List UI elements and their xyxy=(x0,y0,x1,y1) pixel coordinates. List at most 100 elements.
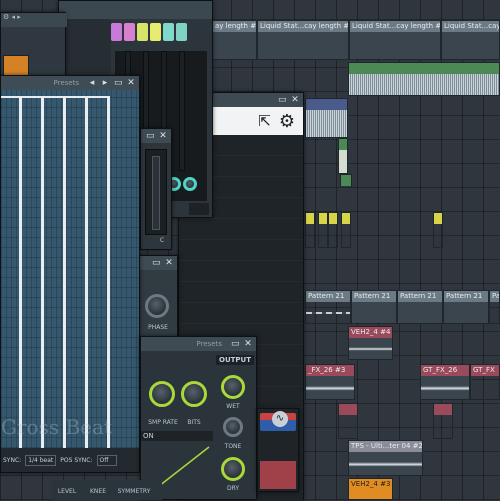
automation-clip[interactable]: Liquid Stat...cay length #14 xyxy=(441,20,500,60)
minimize-icon[interactable]: ▭ xyxy=(114,79,123,88)
symmetry-label: SYMMETRY xyxy=(117,488,151,495)
clip-label: VEH2_4 #4 xyxy=(349,327,392,338)
audio-clip[interactable] xyxy=(338,403,358,439)
window-titlebar: ▭ ✕ xyxy=(141,129,171,143)
drum-pad[interactable] xyxy=(163,23,174,41)
bits-knob[interactable] xyxy=(181,381,207,407)
clip-label: Pattern 21 xyxy=(490,291,499,302)
mode-field[interactable]: ON xyxy=(141,431,213,441)
output-label: OUTPUT xyxy=(216,355,254,365)
presets-label[interactable]: Presets xyxy=(197,340,222,348)
close-icon[interactable]: ✕ xyxy=(244,340,252,349)
clip-label: GT_FX_26 xyxy=(421,365,469,376)
gear-icon[interactable]: ⚙ xyxy=(279,111,295,132)
clip-label: Pattern 21 xyxy=(444,291,488,302)
window-titlebar xyxy=(59,1,212,19)
note-clip[interactable] xyxy=(338,138,348,174)
time-sync-label: SYNC: xyxy=(3,456,22,464)
dry-label: DRY xyxy=(226,485,240,492)
drum-pad[interactable] xyxy=(137,23,148,41)
smp-rate-knob[interactable] xyxy=(149,381,175,407)
minimize-icon[interactable]: ▭ xyxy=(231,340,240,349)
clip-label: TPS - Ulti...ter 04 #2 xyxy=(349,441,422,452)
note-clip[interactable] xyxy=(328,212,338,248)
note-clip[interactable] xyxy=(340,174,352,188)
level-label: LEVEL xyxy=(57,488,77,495)
phase-knob[interactable] xyxy=(145,294,169,318)
clip-label: Liquid Stat...cay length #14 xyxy=(258,21,348,32)
channel-rack-strip: ⚙ ◂ ▸ xyxy=(0,12,67,82)
sync-bar: SYNC: 1/4 beat POS SYNC: Off xyxy=(1,448,139,472)
tone-knob[interactable] xyxy=(223,417,243,437)
pattern-clip[interactable]: Pattern 21 xyxy=(397,290,443,324)
phase-panel: ▭ ✕ PHASE xyxy=(138,255,178,337)
fx-label: C xyxy=(159,237,165,244)
pos-sync-label: POS SYNC: xyxy=(60,456,93,464)
automation-clip[interactable]: Liquid Stat...cay length #14 xyxy=(257,20,349,60)
audio-clip[interactable]: GT_FX_26 xyxy=(420,364,470,400)
clip-label: _FX_26 #3 xyxy=(306,365,354,376)
drum-pad[interactable] xyxy=(176,23,187,41)
window-titlebar: Presets ◂ ▸ ▭ ✕ xyxy=(1,76,139,90)
gross-beat-window: Presets ◂ ▸ ▭ ✕ Gross Beat SYNC: 1/4 bea… xyxy=(0,75,140,473)
watermark: Gross Beat xyxy=(1,415,112,439)
automation-clip[interactable]: ay length #13 xyxy=(212,20,257,60)
pattern-clip[interactable]: Pattern 21 xyxy=(443,290,489,324)
clip-label: Pattern 21 xyxy=(352,291,396,302)
close-icon[interactable]: ✕ xyxy=(165,259,173,268)
bits-label: BITS xyxy=(187,419,201,426)
window-titlebar: ▭ ✕ xyxy=(139,256,177,270)
wet-label: WET xyxy=(226,403,240,410)
close-icon[interactable]: ✕ xyxy=(159,132,167,141)
minimize-icon[interactable]: ▭ xyxy=(278,96,287,105)
presets-label[interactable]: Presets xyxy=(54,79,79,87)
clip-label: Pattern 21 xyxy=(398,291,442,302)
arrow-left-icon[interactable]: ◂ xyxy=(88,79,96,88)
pattern-clip[interactable]: Pattern 21 xyxy=(489,290,500,324)
channel-button[interactable] xyxy=(3,55,29,77)
drum-pad[interactable] xyxy=(124,23,135,41)
external-link-icon[interactable]: ⇱ xyxy=(258,112,271,130)
clip-label: VEH2_4 #3 xyxy=(349,479,392,490)
clip-label: Liquid Stat...cay length #14 xyxy=(350,21,440,32)
audio-clip[interactable] xyxy=(305,98,348,138)
clip-label: Pattern 21 xyxy=(306,291,350,302)
automation-clip[interactable]: Liquid Stat...cay length #14 xyxy=(349,20,441,60)
effect-plugin-window: Presets ▭ ✕ OUTPUT SMP RATE BITS WET TON… xyxy=(140,336,257,500)
time-sync-select[interactable]: 1/4 beat xyxy=(25,454,57,466)
pos-sync-select[interactable]: Off xyxy=(96,454,118,466)
minimize-icon[interactable]: ▭ xyxy=(152,259,161,268)
note-clip[interactable] xyxy=(318,212,328,248)
note-clip[interactable] xyxy=(305,212,315,248)
arrow-right-icon[interactable]: ▸ xyxy=(101,79,109,88)
audio-clip[interactable]: _FX_26 #3 xyxy=(305,364,355,400)
bottom-knob-labels: LEVEL KNEE SYMMETRY xyxy=(52,480,162,500)
envelope-grid[interactable]: Gross Beat xyxy=(1,90,139,448)
note-clip[interactable] xyxy=(341,212,351,248)
tone-label: TONE xyxy=(224,443,242,450)
wet-knob[interactable] xyxy=(221,375,245,399)
audio-clip[interactable] xyxy=(348,62,500,96)
clip-label: Liquid Stat...cay length #14 xyxy=(442,21,499,32)
note-clip[interactable] xyxy=(433,212,443,248)
close-icon[interactable]: ✕ xyxy=(127,79,135,88)
phase-label: PHASE xyxy=(148,324,168,331)
dry-knob[interactable] xyxy=(221,457,245,481)
smp-rate-label: SMP RATE xyxy=(148,419,178,426)
close-icon[interactable]: ✕ xyxy=(291,96,299,105)
audio-clip[interactable]: VEH2_4 #4 xyxy=(348,326,393,360)
pattern-clip[interactable]: Pattern 21 xyxy=(305,290,351,324)
drum-pad[interactable] xyxy=(111,23,122,41)
audio-clip[interactable]: GT_FX xyxy=(470,364,500,400)
pattern-clip[interactable]: Pattern 21 xyxy=(351,290,397,324)
audio-clip[interactable] xyxy=(433,403,453,439)
audio-clip[interactable]: TPS - Ulti...ter 04 #2 xyxy=(348,440,423,476)
pad-row xyxy=(111,23,207,41)
audio-clip[interactable]: VEH2_4 #3 xyxy=(348,478,393,500)
pan-knob[interactable] xyxy=(183,177,197,191)
fx-slot-panel: ▭ ✕ C xyxy=(140,128,172,250)
minimize-icon[interactable]: ▭ xyxy=(146,132,155,141)
drum-pad[interactable] xyxy=(150,23,161,41)
knee-label: KNEE xyxy=(89,488,106,495)
waveform-icon[interactable]: ∿ xyxy=(272,411,288,427)
